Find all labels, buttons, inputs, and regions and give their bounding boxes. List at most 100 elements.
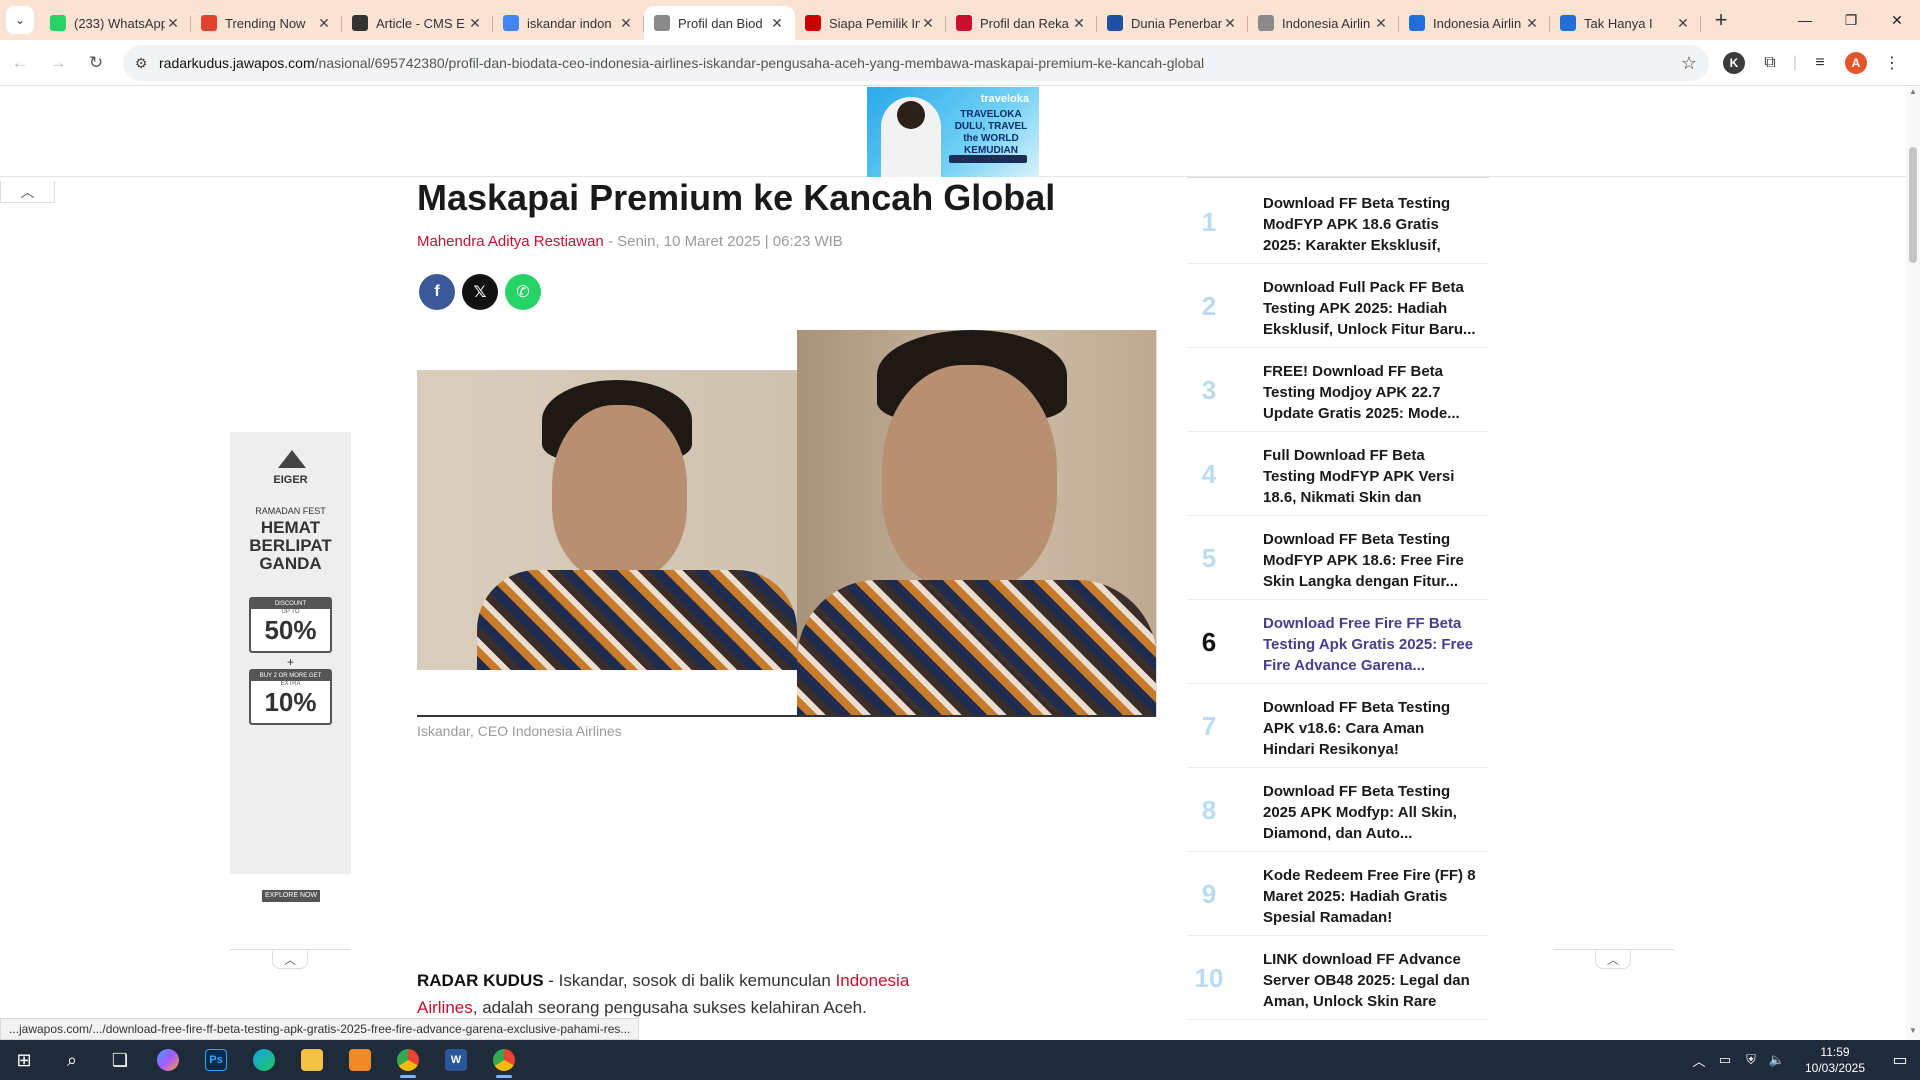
tab-title: Profil dan Reka [980, 15, 1069, 31]
chrome-profile-button[interactable] [480, 1040, 528, 1080]
traveloka-ad-banner[interactable]: traveloka TRAVELOKA DULU, TRAVEL the WOR… [867, 87, 1039, 177]
app-orange-icon [349, 1049, 371, 1071]
close-tab-icon[interactable]: ✕ [1675, 15, 1691, 32]
trending-item[interactable]: 4 Full Download FF Beta Testing ModFYP AP… [1187, 432, 1489, 516]
task-view-button[interactable]: ❏ [96, 1040, 144, 1080]
trending-title-link[interactable]: Full Download FF Beta Testing ModFYP APK… [1263, 445, 1477, 508]
trending-title-link[interactable]: Kode Redeem Free Fire (FF) 8 Maret 2025:… [1263, 865, 1477, 928]
trending-item[interactable]: 8 Download FF Beta Testing 2025 APK Modfy… [1187, 768, 1489, 852]
address-bar[interactable]: ⚙ radarkudus.jawapos.com/nasional/695742… [123, 45, 1709, 81]
extensions-puzzle-icon[interactable]: ⧉ [1752, 45, 1788, 81]
trending-title-link[interactable]: Download Free Fire FF Beta Testing Apk G… [1263, 613, 1477, 676]
browser-tab[interactable]: Siapa Pemilik In ✕ [795, 6, 946, 40]
start-button[interactable]: ⊞ [0, 1040, 48, 1080]
reload-button[interactable]: ↻ [78, 45, 114, 81]
browser-tab[interactable]: Article - CMS E ✕ [342, 6, 493, 40]
browser-tab[interactable]: Profil dan Biod ✕ [644, 6, 795, 40]
word-button[interactable]: W [432, 1040, 480, 1080]
trending-title-link[interactable]: Download FF Beta Testing APK v18.6: Cara… [1263, 697, 1477, 760]
close-tab-icon[interactable]: ✕ [1071, 15, 1087, 32]
photoshop-button[interactable]: Ps [192, 1040, 240, 1080]
chrome-button[interactable] [384, 1040, 432, 1080]
search-button[interactable]: ⌕ [48, 1040, 96, 1080]
taskbar-clock[interactable]: 11:59 10/03/2025 [1790, 1044, 1880, 1076]
trending-title-link[interactable]: Download FF Beta Testing 2025 APK Modfyp… [1263, 781, 1477, 844]
photo-shirt [797, 580, 1157, 717]
network-icon[interactable]: ▭ [1712, 1052, 1738, 1068]
site-info-icon[interactable]: ⚙ [123, 55, 159, 72]
media-control-icon[interactable]: ≡ [1802, 45, 1838, 81]
search-icon: ⌕ [66, 1049, 78, 1070]
forward-button[interactable]: → [40, 45, 76, 81]
trending-item[interactable]: 9 Kode Redeem Free Fire (FF) 8 Maret 2025… [1187, 852, 1489, 936]
profile-avatar[interactable]: A [1845, 52, 1867, 74]
browser-tab[interactable]: (233) WhatsApp ✕ [40, 6, 191, 40]
ad-app-badges [949, 155, 1027, 163]
edge-button[interactable] [240, 1040, 288, 1080]
copilot-button[interactable] [144, 1040, 192, 1080]
scroll-up-arrow-icon[interactable]: ▲ [1906, 87, 1920, 101]
trending-item[interactable]: 5 Download FF Beta Testing ModFYP APK 18.… [1187, 516, 1489, 600]
facebook-share-icon[interactable]: f [419, 274, 455, 310]
tab-title: iskandar indon [527, 15, 612, 31]
trending-item[interactable]: 6 Download Free Fire FF Beta Testing Apk … [1187, 600, 1489, 684]
volume-icon[interactable]: 🔈 [1764, 1052, 1790, 1068]
trending-title-link[interactable]: FREE! Download FF Beta Testing Modjoy AP… [1263, 361, 1477, 424]
eiger-side-ad[interactable]: EIGER RAMADAN FEST HEMAT BERLIPAT GANDA … [230, 432, 351, 902]
trending-item[interactable]: 7 Download FF Beta Testing APK v18.6: Car… [1187, 684, 1489, 768]
back-button[interactable]: ← [2, 45, 38, 81]
x-share-icon[interactable]: 𝕏 [462, 274, 498, 310]
trending-item[interactable]: 1 Download FF Beta Testing ModFYP APK 18.… [1187, 180, 1489, 264]
close-tab-icon[interactable]: ✕ [769, 15, 785, 32]
browser-tab[interactable]: Dunia Penerban ✕ [1097, 6, 1248, 40]
close-tab-icon[interactable]: ✕ [1373, 15, 1389, 32]
close-window-button[interactable]: ✕ [1874, 0, 1920, 40]
close-tab-icon[interactable]: ✕ [1222, 15, 1238, 32]
page-scrollbar[interactable]: ▲ ▼ [1906, 87, 1920, 1040]
browser-tab[interactable]: iskandar indon ✕ [493, 6, 644, 40]
notification-icon[interactable]: ▭ [1880, 1050, 1920, 1070]
explore-now-button[interactable]: EXPLORE NOW [262, 890, 320, 902]
close-tab-icon[interactable]: ✕ [1524, 15, 1540, 32]
browser-tab[interactable]: Profil dan Reka ✕ [946, 6, 1097, 40]
bookmark-star-icon[interactable]: ☆ [1669, 53, 1709, 74]
new-tab-button[interactable]: + [1705, 4, 1737, 36]
browser-tab[interactable]: Indonesia Airlin ✕ [1399, 6, 1550, 40]
trending-item[interactable]: 10 LINK download FF Advance Server OB48 2… [1187, 936, 1489, 1020]
file-explorer-button[interactable] [288, 1040, 336, 1080]
browser-tab[interactable]: Tak Hanya I ✕ [1550, 6, 1701, 40]
scroll-down-arrow-icon[interactable]: ▼ [1906, 1026, 1920, 1040]
whatsapp-share-icon[interactable]: ✆ [505, 274, 541, 310]
tab-search-button[interactable]: ⌄ [0, 0, 40, 40]
close-tab-icon[interactable]: ✕ [618, 15, 634, 32]
tab-title: Trending Now [225, 15, 306, 31]
security-icon[interactable]: ⛨ [1738, 1052, 1764, 1068]
maximize-button[interactable]: ❐ [1828, 0, 1874, 40]
trending-title-link[interactable]: LINK download FF Advance Server OB48 202… [1263, 949, 1477, 1012]
close-tab-icon[interactable]: ✕ [467, 15, 483, 32]
scrollbar-thumb[interactable] [1909, 147, 1917, 263]
share-buttons: f 𝕏 ✆ [419, 274, 548, 310]
photo-underline [417, 715, 1157, 717]
trending-title-link[interactable]: Download FF Beta Testing ModFYP APK 18.6… [1263, 529, 1477, 592]
trending-title-link[interactable]: Download FF Beta Testing ModFYP APK 18.6… [1263, 193, 1477, 256]
chevron-up-icon[interactable]: ︿ [272, 951, 308, 969]
browser-tab[interactable]: Trending Now ✕ [191, 6, 342, 40]
author-link[interactable]: Mahendra Aditya Restiawan [417, 233, 604, 250]
chevron-up-icon[interactable]: ︿ [1595, 951, 1631, 969]
chevron-up-icon[interactable]: ︿ [1686, 1051, 1712, 1070]
close-tab-icon[interactable]: ✕ [316, 15, 332, 32]
collapse-ad-button[interactable]: ︿ [0, 181, 55, 203]
minimize-button[interactable]: — [1782, 0, 1828, 40]
url-text[interactable]: radarkudus.jawapos.com/nasional/69574238… [159, 55, 1669, 71]
trending-item[interactable]: 2 Download Full Pack FF Beta Testing APK … [1187, 264, 1489, 348]
app-orange-button[interactable] [336, 1040, 384, 1080]
trending-title-link[interactable]: Download Full Pack FF Beta Testing APK 2… [1263, 277, 1477, 340]
trending-item[interactable]: 3 FREE! Download FF Beta Testing Modjoy A… [1187, 348, 1489, 432]
system-tray: ︿ ▭ ⛨ 🔈 11:59 10/03/2025 ▭ [1686, 1040, 1920, 1080]
extension-k-icon[interactable]: K [1723, 52, 1745, 74]
close-tab-icon[interactable]: ✕ [165, 15, 181, 32]
browser-tab[interactable]: Indonesia Airlin ✕ [1248, 6, 1399, 40]
close-tab-icon[interactable]: ✕ [920, 15, 936, 32]
menu-kebab-icon[interactable]: ⋮ [1874, 45, 1910, 81]
